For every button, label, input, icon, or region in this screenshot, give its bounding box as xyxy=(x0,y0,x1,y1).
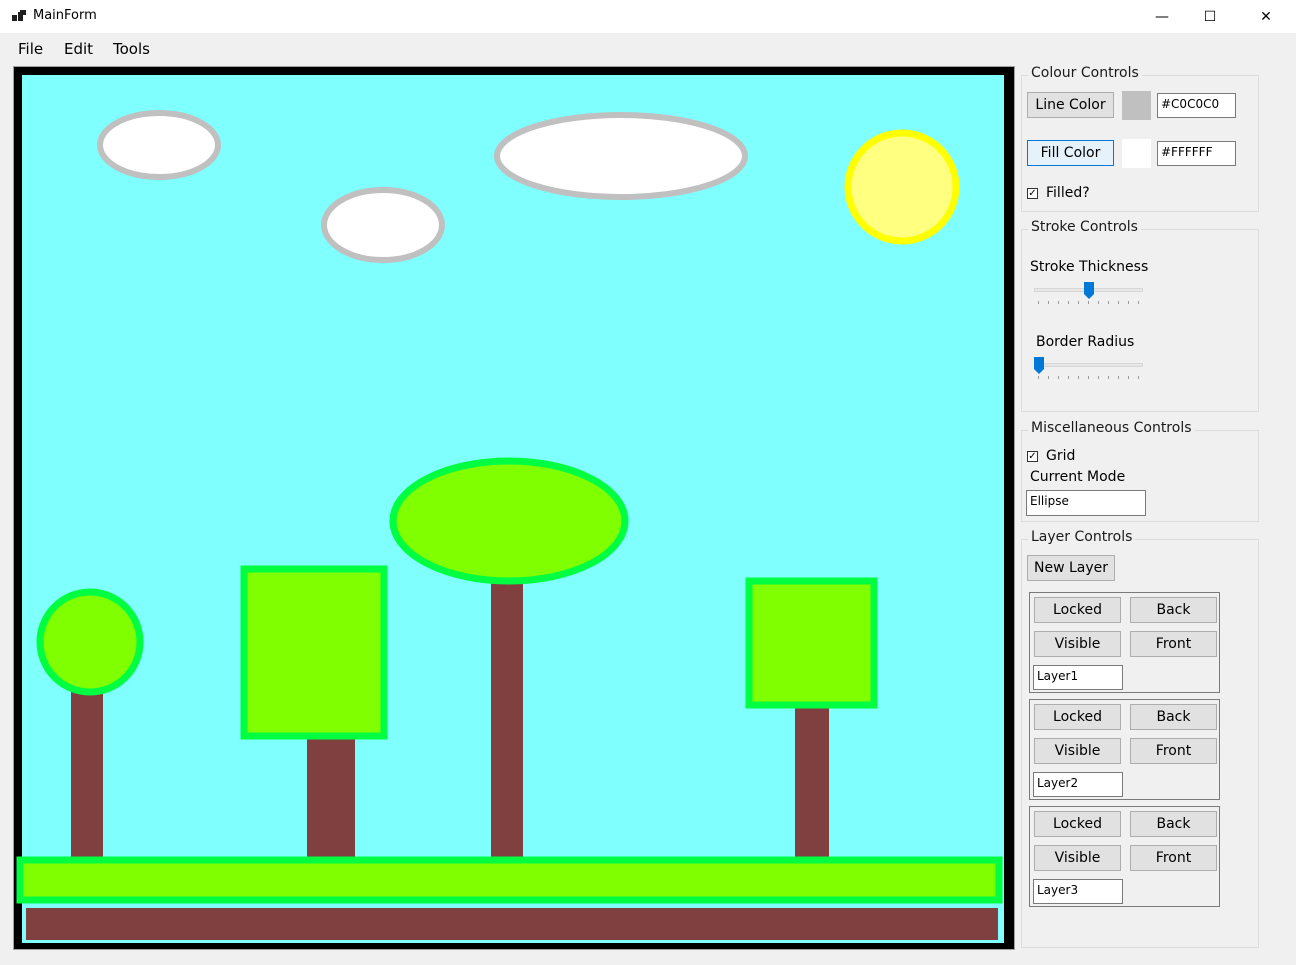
slider-tick xyxy=(1088,376,1089,379)
menu-bar: File Edit Tools xyxy=(0,33,1296,63)
layer-item: Locked Back Visible Front Layer3 xyxy=(1029,806,1220,907)
stroke-controls-group: Stroke Controls xyxy=(1021,219,1259,412)
slider-tick xyxy=(1058,301,1059,304)
slider-tick xyxy=(1068,301,1069,304)
border-radius-label: Border Radius xyxy=(1036,334,1135,350)
border-radius-slider-thumb[interactable] xyxy=(1034,357,1044,374)
slider-tick xyxy=(1098,301,1099,304)
cloud-3[interactable] xyxy=(321,187,445,263)
misc-controls-title: Miscellaneous Controls xyxy=(1028,420,1195,436)
layer-visible-button[interactable]: Visible xyxy=(1034,845,1121,871)
layer-back-button[interactable]: Back xyxy=(1130,811,1217,837)
canvas-drawing[interactable] xyxy=(14,67,1014,949)
slider-tick xyxy=(1078,376,1079,379)
colour-controls-title: Colour Controls xyxy=(1028,65,1142,81)
filled-checkbox[interactable]: ✓ xyxy=(1027,188,1038,199)
border-radius-ticks xyxy=(1034,376,1143,380)
layer-item: Locked Back Visible Front Layer2 xyxy=(1029,699,1220,800)
slider-tick xyxy=(1058,376,1059,379)
slider-tick xyxy=(1088,301,1089,304)
title-bar: MainForm — ☐ ✕ xyxy=(0,0,1296,33)
cloud-2[interactable] xyxy=(494,112,748,200)
line-color-swatch[interactable] xyxy=(1122,91,1151,120)
grass-strip[interactable] xyxy=(16,856,1003,904)
slider-tick xyxy=(1098,376,1099,379)
tree-2-trunk[interactable] xyxy=(307,735,355,860)
stroke-thickness-slider-thumb[interactable] xyxy=(1083,282,1094,299)
layer-name-input[interactable]: Layer2 xyxy=(1033,772,1123,797)
slider-tick xyxy=(1048,301,1049,304)
slider-tick xyxy=(1068,376,1069,379)
slider-tick xyxy=(1108,301,1109,304)
layer-back-button[interactable]: Back xyxy=(1130,704,1217,730)
tree-2-foliage[interactable] xyxy=(240,565,388,740)
grid-checkbox[interactable]: ✓ xyxy=(1027,451,1038,462)
maximize-button[interactable]: ☐ xyxy=(1184,0,1236,33)
border-radius-slider[interactable] xyxy=(1034,363,1143,367)
line-color-input[interactable]: #C0C0C0 xyxy=(1157,93,1236,118)
slider-tick xyxy=(1048,376,1049,379)
tree-4-foliage[interactable] xyxy=(745,577,878,709)
menu-file[interactable]: File xyxy=(18,40,43,58)
layer-locked-button[interactable]: Locked xyxy=(1034,704,1121,730)
menu-tools[interactable]: Tools xyxy=(113,40,150,58)
slider-tick xyxy=(1128,376,1129,379)
layer-controls-title: Layer Controls xyxy=(1028,529,1136,545)
window-title: MainForm xyxy=(33,8,97,23)
layer-front-button[interactable]: Front xyxy=(1130,738,1217,764)
slider-tick xyxy=(1038,376,1039,379)
fill-color-input[interactable]: #FFFFFF xyxy=(1157,141,1236,166)
current-mode-label: Current Mode xyxy=(1030,469,1126,485)
new-layer-button[interactable]: New Layer xyxy=(1027,555,1115,581)
line-color-button[interactable]: Line Color xyxy=(1027,92,1114,118)
slider-tick xyxy=(1108,376,1109,379)
close-button[interactable]: ✕ xyxy=(1240,0,1292,33)
slider-tick xyxy=(1038,301,1039,304)
menu-edit[interactable]: Edit xyxy=(64,40,93,58)
tree-3-foliage[interactable] xyxy=(389,457,629,585)
layer-back-button[interactable]: Back xyxy=(1130,597,1217,623)
layer-name-input[interactable]: Layer3 xyxy=(1033,879,1123,904)
layer-locked-button[interactable]: Locked xyxy=(1034,597,1121,623)
stroke-controls-title: Stroke Controls xyxy=(1028,219,1141,235)
slider-tick xyxy=(1118,376,1119,379)
sun[interactable] xyxy=(844,129,960,245)
layer-front-button[interactable]: Front xyxy=(1130,845,1217,871)
stroke-thickness-ticks xyxy=(1034,301,1143,305)
stroke-thickness-label: Stroke Thickness xyxy=(1030,259,1149,275)
tree-4-trunk[interactable] xyxy=(795,705,829,860)
slider-tick xyxy=(1128,301,1129,304)
slider-tick xyxy=(1138,301,1139,304)
layer-item: Locked Back Visible Front Layer1 xyxy=(1029,592,1220,693)
current-mode-input[interactable]: Ellipse xyxy=(1026,490,1146,516)
minimize-button[interactable]: — xyxy=(1136,0,1188,33)
slider-tick xyxy=(1078,301,1079,304)
cloud-1[interactable] xyxy=(97,110,221,180)
drawing-canvas[interactable] xyxy=(13,66,1015,950)
ground-strip[interactable] xyxy=(26,908,998,940)
slider-tick xyxy=(1118,301,1119,304)
layer-name-input[interactable]: Layer1 xyxy=(1033,665,1123,690)
grid-label: Grid xyxy=(1046,448,1076,464)
tree-1-trunk[interactable] xyxy=(71,690,103,860)
layer-locked-button[interactable]: Locked xyxy=(1034,811,1121,837)
fill-color-button[interactable]: Fill Color xyxy=(1027,140,1114,166)
fill-color-swatch[interactable] xyxy=(1122,139,1151,168)
layer-visible-button[interactable]: Visible xyxy=(1034,631,1121,657)
app-icon xyxy=(12,10,26,22)
filled-label: Filled? xyxy=(1046,185,1090,201)
tree-1-foliage[interactable] xyxy=(36,588,144,696)
slider-tick xyxy=(1138,376,1139,379)
layer-front-button[interactable]: Front xyxy=(1130,631,1217,657)
layer-visible-button[interactable]: Visible xyxy=(1034,738,1121,764)
tree-3-trunk[interactable] xyxy=(491,580,523,858)
